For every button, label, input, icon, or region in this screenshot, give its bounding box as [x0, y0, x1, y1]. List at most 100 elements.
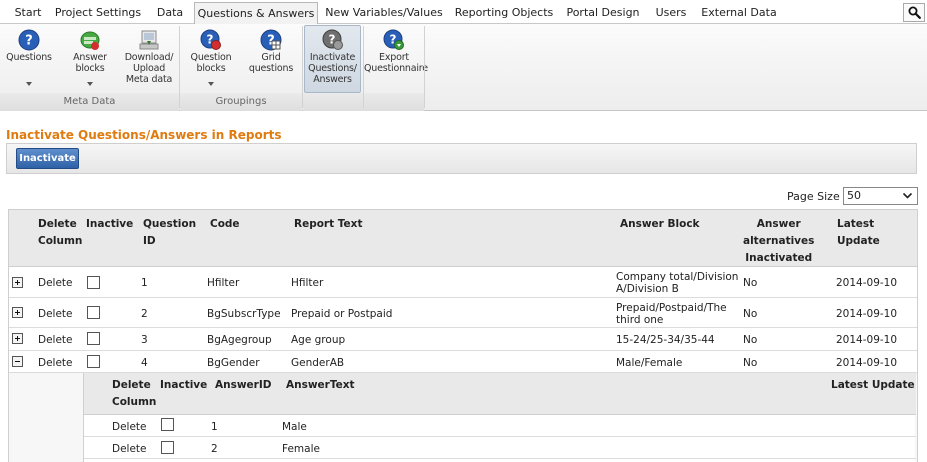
delete-link[interactable]: Delete	[112, 443, 147, 455]
group-label-groupings: Groupings	[215, 96, 267, 107]
expand-row-icon[interactable]	[12, 277, 23, 288]
export-questionnaire-ribbon-button[interactable]: ? Export Questionnaire	[364, 26, 428, 92]
grid-header: Delete Column Inactive Question ID Code …	[9, 210, 917, 267]
inactive-checkbox[interactable]	[87, 332, 100, 345]
question-blocks-ribbon-button[interactable]: ? Question blocks	[184, 26, 238, 92]
download-upload-icon	[139, 30, 159, 50]
tab-external-data[interactable]: External Data	[698, 3, 780, 24]
inactive-checkbox[interactable]	[87, 306, 100, 319]
answer-alt-cell: No	[743, 277, 758, 289]
sub-header-answer-id: AnswerID	[215, 379, 272, 391]
latest-update-cell: 2014-09-10	[836, 308, 898, 320]
collapse-row-icon[interactable]	[12, 356, 23, 367]
header-question-id: Question ID	[143, 218, 197, 247]
tab-users[interactable]: Users	[650, 3, 692, 24]
header-code: Code	[210, 218, 240, 230]
grid-questions-ribbon-button[interactable]: ? Grid questions	[244, 26, 298, 92]
sub-header-delete-column: Delete Column	[112, 379, 157, 408]
table-row: Delete 4 BgGender GenderAB Male/Female N…	[9, 351, 917, 373]
answer-id-cell: 1	[211, 421, 218, 433]
questions-grid: Delete Column Inactive Question ID Code …	[8, 209, 918, 462]
page-size-label: Page Size	[787, 190, 840, 203]
answer-alt-cell: No	[743, 334, 758, 346]
answer-block-cell: Company total/Division A/Division B	[616, 271, 739, 295]
header-inactive: Inactive	[86, 218, 134, 230]
questions-ribbon-button[interactable]: ? Questions	[2, 26, 56, 92]
answer-alt-cell: No	[743, 308, 758, 320]
inactive-checkbox[interactable]	[87, 355, 100, 368]
ribbon-separator	[302, 26, 303, 108]
export-icon: ?	[383, 29, 404, 50]
grid-questions-icon: ?	[260, 29, 282, 51]
question-icon: ?	[18, 29, 40, 51]
inactivate-button[interactable]: Inactivate	[16, 148, 79, 169]
group-label-meta-data: Meta Data	[63, 96, 116, 107]
subtable-header: Delete Column Inactive AnswerID AnswerTe…	[84, 373, 916, 415]
delete-link[interactable]: Delete	[38, 277, 73, 289]
tab-new-variables-values[interactable]: New Variables/Values	[322, 3, 446, 24]
inactive-checkbox[interactable]	[161, 418, 174, 431]
latest-update-cell: 2014-09-10	[836, 334, 898, 346]
code-cell: BgGender	[207, 357, 260, 369]
sub-header-answer-text: AnswerText	[286, 379, 355, 391]
delete-link[interactable]: Delete	[112, 421, 147, 433]
subtable-row: Delete 1 Male	[84, 415, 916, 437]
expand-row-icon[interactable]	[12, 333, 23, 344]
subtable-row: Delete 2 Female	[84, 437, 916, 459]
report-text-cell: Age group	[291, 334, 346, 346]
dropdown-arrow-icon	[26, 82, 32, 86]
question-blocks-icon: ?	[200, 29, 221, 50]
answer-id-cell: 2	[211, 443, 218, 455]
answers-subtable: Delete Column Inactive AnswerID AnswerTe…	[83, 373, 916, 462]
ribbon-separator	[424, 26, 425, 108]
inactive-checkbox[interactable]	[87, 276, 100, 289]
magnifier-icon	[908, 6, 921, 19]
download-upload-ribbon-button[interactable]: Download/ Upload Meta data	[122, 26, 176, 92]
tab-project-settings[interactable]: Project Settings	[52, 3, 144, 24]
tab-reporting-objects[interactable]: Reporting Objects	[452, 3, 556, 24]
delete-link[interactable]: Delete	[38, 308, 73, 320]
export-questionnaire-ribbon-label: Export Questionnaire	[364, 52, 428, 74]
action-toolbar: Inactivate	[6, 143, 917, 174]
dropdown-arrow-icon	[208, 82, 214, 86]
answer-text-cell: Male	[282, 421, 307, 433]
code-cell: BgSubscrType	[207, 308, 281, 320]
chevron-down-icon	[902, 192, 913, 199]
answer-text-cell: Female	[282, 443, 320, 455]
question-id-cell: 1	[141, 277, 148, 289]
header-delete-column: Delete Column	[38, 218, 83, 247]
question-id-cell: 3	[141, 334, 148, 346]
page-title: Inactivate Questions/Answers in Reports	[6, 128, 282, 142]
grid-questions-ribbon-label: Grid questions	[248, 52, 294, 74]
question-blocks-ribbon-label: Question blocks	[190, 52, 232, 74]
ribbon-toolbar: ? Questions Answer blocks Download/ Uplo…	[0, 24, 927, 111]
expand-row-icon[interactable]	[12, 307, 23, 318]
dropdown-arrow-icon	[87, 82, 93, 86]
answer-block-cell: Prepaid/Postpaid/The third one	[616, 302, 727, 326]
inactive-checkbox[interactable]	[161, 441, 174, 454]
table-row: Delete 2 BgSubscrType Prepaid or Postpai…	[9, 298, 917, 328]
code-cell: BgAgegroup	[207, 334, 272, 346]
tab-portal-design[interactable]: Portal Design	[562, 3, 644, 24]
header-latest-update: Latest Update	[837, 218, 880, 247]
tab-data[interactable]: Data	[150, 3, 190, 24]
page-size-select[interactable]: 50	[843, 187, 918, 205]
answer-block-cell: 15-24/25-34/35-44	[616, 334, 715, 346]
answer-block-cell: Male/Female	[616, 357, 683, 369]
header-report-text: Report Text	[294, 218, 363, 230]
answer-alt-cell: No	[743, 357, 758, 369]
page-size-value: 50	[847, 189, 861, 202]
answer-blocks-ribbon-button[interactable]: Answer blocks	[62, 26, 118, 92]
tab-questions-answers[interactable]: Questions & Answers	[194, 2, 318, 25]
delete-link[interactable]: Delete	[38, 357, 73, 369]
delete-link[interactable]: Delete	[38, 334, 73, 346]
question-id-cell: 4	[141, 357, 148, 369]
inactivate-icon: ?	[322, 29, 343, 50]
latest-update-cell: 2014-09-10	[836, 357, 898, 369]
inactivate-ribbon-button[interactable]: ? Inactivate Questions/ Answers	[304, 25, 361, 93]
search-button[interactable]	[903, 3, 925, 22]
code-cell: Hfilter	[207, 277, 240, 289]
report-text-cell: Prepaid or Postpaid	[291, 308, 393, 320]
main-tab-bar: Start Project Settings Data Questions & …	[0, 0, 927, 25]
tab-start[interactable]: Start	[8, 3, 48, 24]
